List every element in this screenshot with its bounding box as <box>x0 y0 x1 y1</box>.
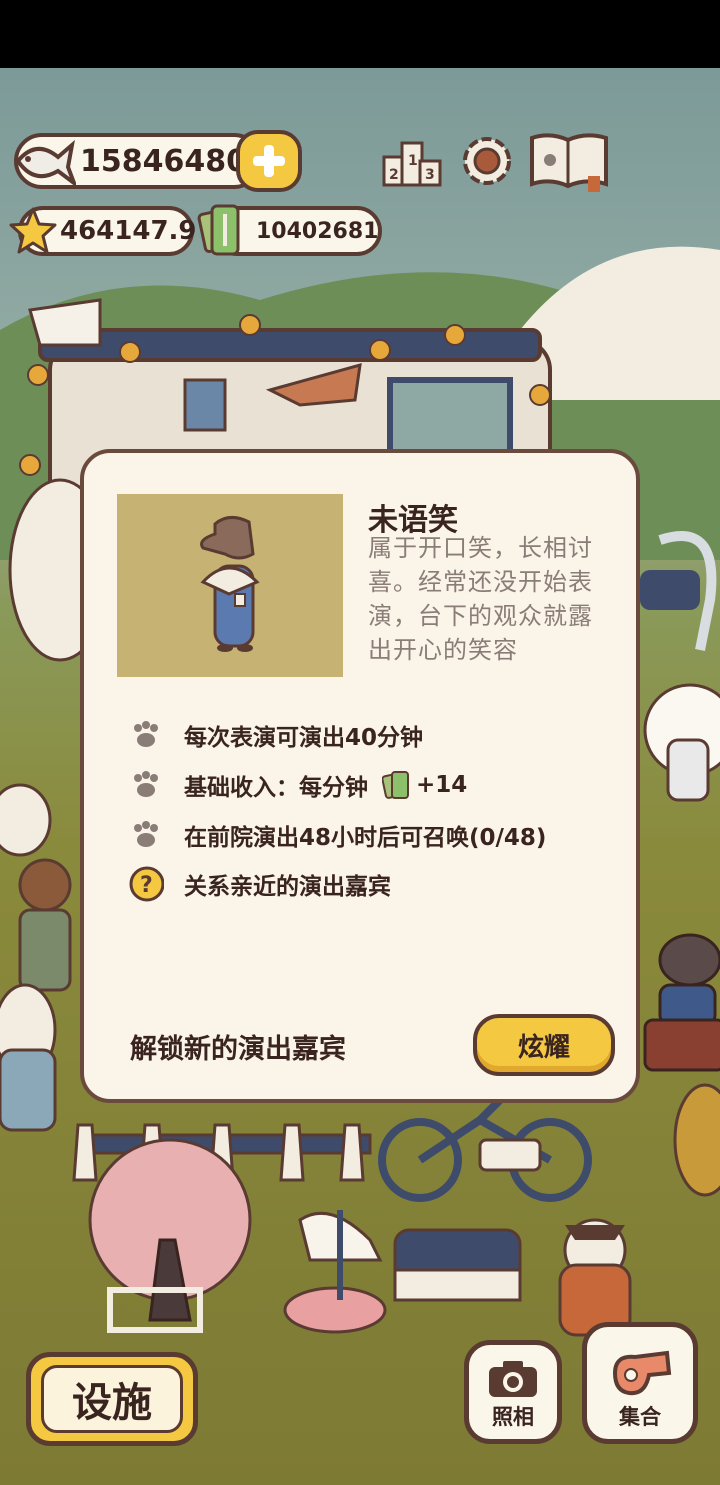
gather-button[interactable]: 集合 <box>582 1322 698 1444</box>
info-row-text: 每次表演可演出40分钟 <box>184 725 424 751</box>
income-value: +14 <box>416 772 468 798</box>
ranking-podium-icon[interactable]: 2 1 3 <box>380 133 444 191</box>
svg-text:1: 1 <box>408 153 418 169</box>
show-off-button[interactable]: 炫耀 <box>473 1014 615 1076</box>
info-row-summon-condition: 在前院演出48小时后可召唤(0/48) <box>128 817 546 853</box>
star-currency-value: 464147.9 <box>60 216 197 246</box>
info-row-text: 在前院演出48小时后可召唤(0/48) <box>184 825 547 851</box>
add-fish-button[interactable] <box>236 130 302 192</box>
unlock-guest-label: 解锁新的演出嘉宾 <box>130 1034 346 1065</box>
settings-gear-icon[interactable] <box>456 130 518 192</box>
status-bar <box>0 0 720 68</box>
info-row-performance-time: 每次表演可演出40分钟 <box>128 717 423 753</box>
paw-icon <box>134 821 158 847</box>
info-row-close-guests[interactable]: ? 关系亲近的演出嘉宾 <box>128 866 391 902</box>
svg-text:2: 2 <box>389 167 399 183</box>
info-row-text: 基础收入：每分钟 <box>184 775 368 801</box>
dog-performer-figure <box>200 516 260 652</box>
performer-description: 属于开口笑，长相讨喜。经常还没开始表演，台下的观众就露出开心的笑容 <box>368 534 593 664</box>
gather-label: 集合 <box>619 1405 661 1429</box>
ticket-currency-value: 10402681 <box>256 218 379 244</box>
whistle-icon <box>612 1350 672 1396</box>
facility-button[interactable]: 设施 <box>26 1352 198 1446</box>
paw-icon <box>134 721 158 747</box>
photo-button[interactable]: 照相 <box>464 1340 562 1444</box>
paw-book-icon[interactable] <box>528 128 610 194</box>
svg-text:?: ? <box>140 873 153 898</box>
svg-text:3: 3 <box>425 167 435 183</box>
info-row-base-income: 基础收入：每分钟 +14 <box>128 767 467 803</box>
fish-icon <box>15 139 76 187</box>
ticket-icon <box>197 204 240 256</box>
facility-label: 设施 <box>41 1365 183 1433</box>
info-row-text: 关系亲近的演出嘉宾 <box>184 874 391 900</box>
plus-icon <box>253 145 285 177</box>
photo-label: 照相 <box>492 1405 534 1429</box>
question-icon[interactable]: ? <box>128 865 164 903</box>
camera-icon <box>489 1361 537 1397</box>
performer-portrait <box>117 494 343 677</box>
performer-info-dialog: 未语笑 属于开口笑，长相讨喜。经常还没开始表演，台下的观众就露出开心的笑容 每次… <box>80 449 640 1103</box>
star-icon <box>9 207 57 254</box>
paw-icon <box>134 771 158 797</box>
ticket-icon <box>382 771 409 799</box>
